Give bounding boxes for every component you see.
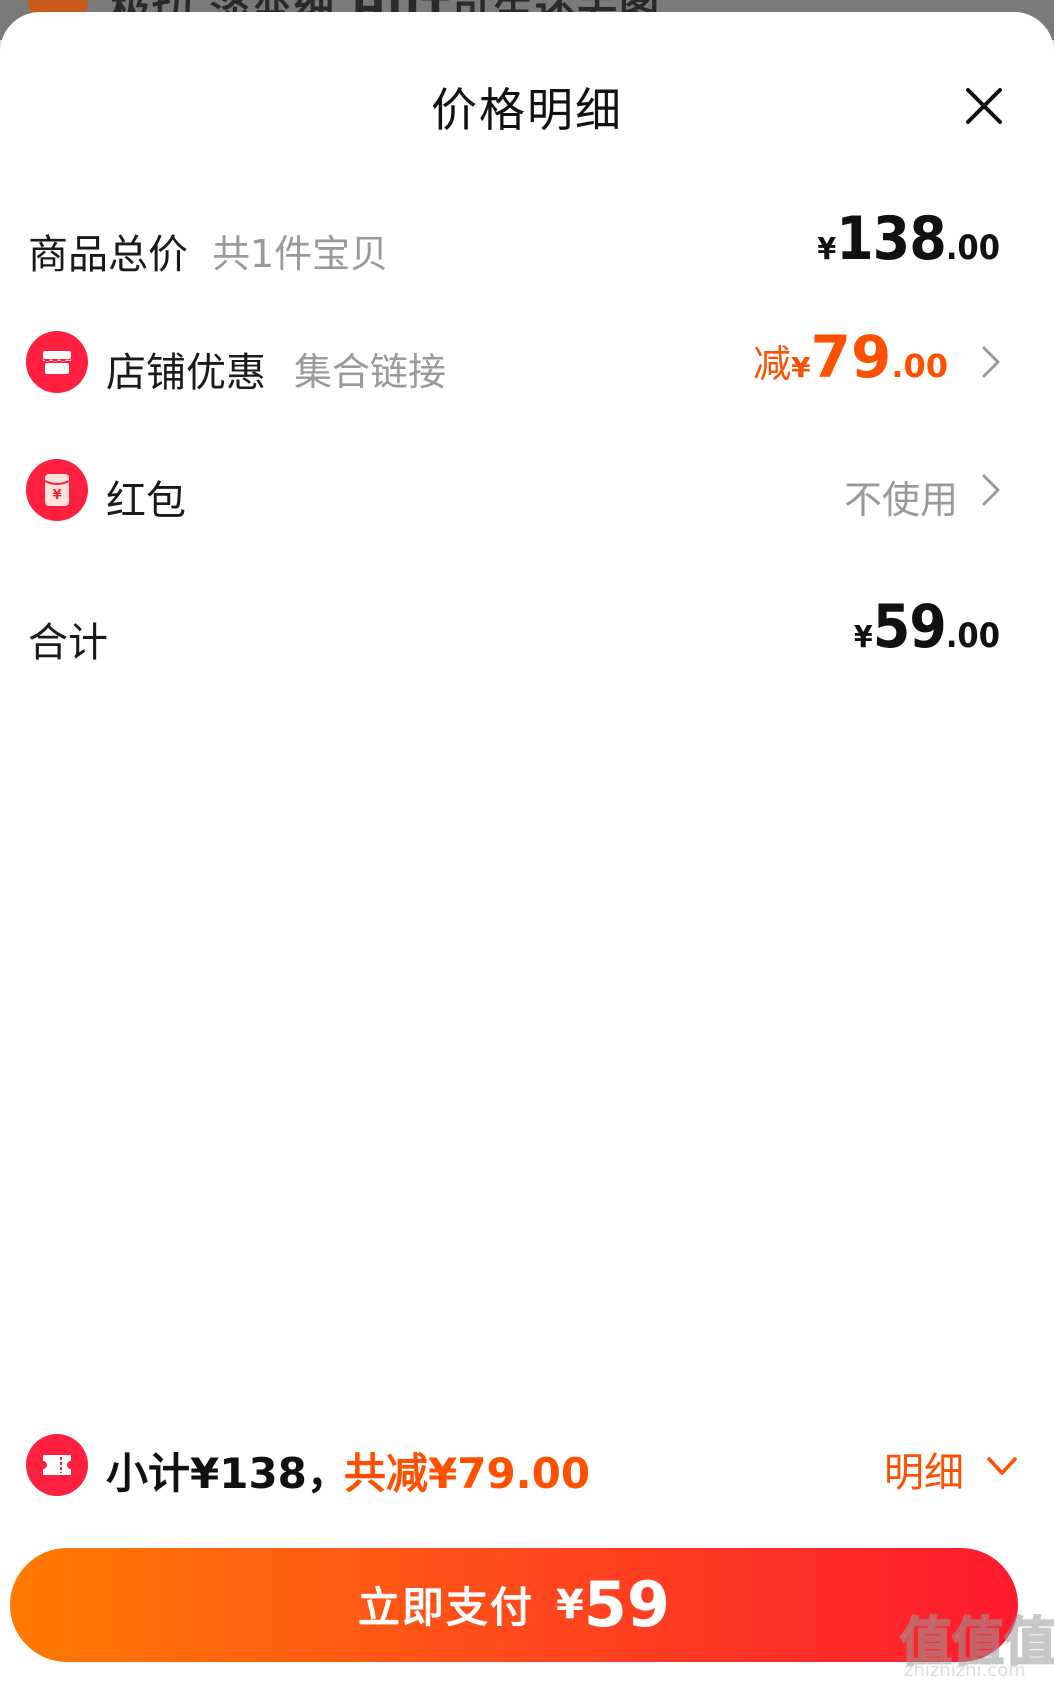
watermark-logo: 值值值 zhizhizhi.com <box>899 1600 1054 1684</box>
chevron-right-icon <box>978 342 1004 382</box>
detail-toggle[interactable]: 明细 <box>884 1440 1017 1496</box>
shop-discount-amount: 减¥79.00 <box>753 323 948 391</box>
red-packet-label: 红包 <box>106 478 186 524</box>
red-packet-status: 不使用 <box>843 478 958 522</box>
pay-currency-symbol: ¥ <box>555 1581 584 1628</box>
shop-icon <box>26 331 88 393</box>
pay-button-label: 立即支付 <box>357 1583 534 1632</box>
subtotal-text: 小计¥138， <box>106 1449 349 1498</box>
goods-count-text: 共1件宝贝 <box>212 232 389 276</box>
total-discount-text: 共减¥79.00 <box>344 1449 591 1498</box>
detail-toggle-label: 明细 <box>884 1450 964 1496</box>
chevron-down-icon <box>987 1457 1017 1475</box>
shop-discount-label: 店铺优惠 <box>106 350 266 396</box>
goods-total-price: ¥138.00 <box>817 204 1000 274</box>
shop-discount-row[interactable]: 店铺优惠 集合链接 减¥79.00 <box>0 322 1054 402</box>
discount-prefix: 减 <box>753 342 792 386</box>
svg-text:¥: ¥ <box>52 488 61 503</box>
pay-now-button[interactable]: 立即支付 ¥59 <box>10 1548 1018 1662</box>
currency-symbol: ¥ <box>817 232 837 267</box>
goods-total-label: 商品总价 <box>28 232 188 278</box>
currency-symbol: ¥ <box>853 620 873 655</box>
price-decimal: .00 <box>945 616 1000 656</box>
currency-symbol: ¥ <box>791 351 811 384</box>
price-decimal: .00 <box>945 228 1000 268</box>
price-detail-sheet: 价格明细 商品总价 共1件宝贝 ¥138.00 店铺优惠 集合链接 减¥79.0… <box>0 12 1054 1686</box>
pay-amount: 59 <box>583 1568 671 1641</box>
red-packet-row[interactable]: ¥ 红包 不使用 <box>0 450 1054 530</box>
pay-button-content: 立即支付 ¥59 <box>10 1568 1018 1641</box>
sheet-title: 价格明细 <box>431 83 623 137</box>
goods-total-row: 商品总价 共1件宝贝 ¥138.00 <box>0 204 1054 284</box>
price-integer: 59 <box>872 592 947 662</box>
coupon-icon <box>26 1434 88 1496</box>
total-label: 合计 <box>28 620 108 666</box>
price-decimal: .00 <box>891 347 948 385</box>
price-integer: 138 <box>836 204 947 274</box>
red-packet-icon: ¥ <box>26 459 88 521</box>
total-price: ¥59.00 <box>854 592 1000 662</box>
chevron-right-icon <box>978 470 1004 510</box>
shop-discount-name: 集合链接 <box>294 350 447 394</box>
watermark-url: zhizhizhi.com <box>904 1660 1026 1681</box>
total-row: 合计 ¥59.00 <box>0 592 1054 672</box>
close-icon <box>966 88 1002 124</box>
close-button[interactable] <box>962 84 1006 128</box>
price-integer: 79 <box>810 323 892 391</box>
